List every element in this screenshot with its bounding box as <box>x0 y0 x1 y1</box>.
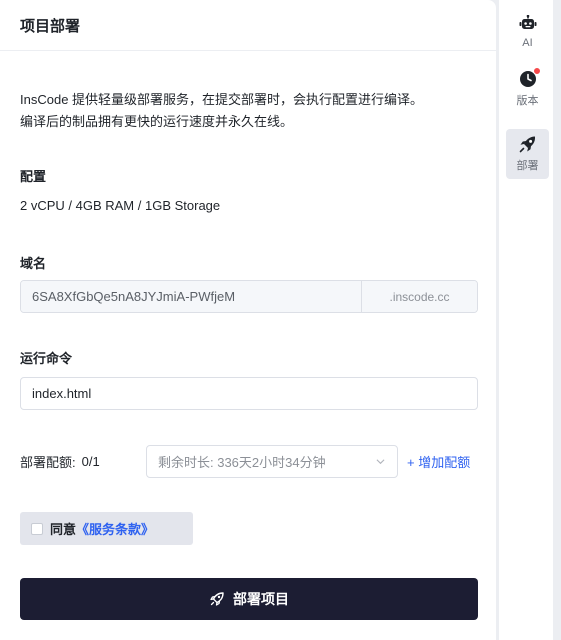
rocket-icon <box>210 592 224 606</box>
agree-text: 同意 <box>50 522 77 537</box>
domain-label: 域名 <box>20 256 47 271</box>
quota-row: 部署配额: 0/1 剩余时长: 336天2小时34分钟 + 增加配额 <box>20 445 490 478</box>
config-label: 配置 <box>20 169 47 184</box>
robot-icon <box>519 15 536 29</box>
deploy-project-button[interactable]: 部署项目 <box>20 578 478 620</box>
command-label: 运行命令 <box>20 351 73 366</box>
agree-checkbox[interactable] <box>31 522 43 535</box>
rail-item-deploy[interactable]: 部署 <box>506 129 549 179</box>
deploy-panel: 项目部署 InsCode 提供轻量级部署服务，在提交部署时，会执行配置进行编译。… <box>0 0 496 640</box>
domain-input[interactable] <box>21 281 361 312</box>
right-side-rail: AI 版本 部署 <box>499 0 553 640</box>
domain-field-group: .inscode.cc <box>20 280 478 313</box>
run-command-input[interactable] <box>20 377 478 410</box>
rail-item-version[interactable]: 版本 <box>506 64 549 114</box>
rocket-icon <box>519 136 535 153</box>
config-value: 2 vCPU / 4GB RAM / 1GB Storage <box>20 198 221 213</box>
remaining-time-text: 剩余时长: 336天2小时34分钟 <box>158 455 326 470</box>
notification-badge <box>532 67 541 75</box>
quota-label: 部署配额: <box>20 455 76 470</box>
deploy-button-label: 部署项目 <box>233 591 289 607</box>
chevron-down-icon <box>376 459 385 465</box>
panel-header: 项目部署 <box>0 0 496 51</box>
terms-of-service-link[interactable]: 《服务条款》 <box>76 519 154 538</box>
agreement-box: 同意 《服务条款》 <box>20 512 193 545</box>
add-quota-link[interactable]: + 增加配额 <box>407 445 470 478</box>
domain-suffix: .inscode.cc <box>361 281 477 312</box>
description-line-1: InsCode 提供轻量级部署服务，在提交部署时，会执行配置进行编译。 <box>20 92 424 107</box>
rail-label-ai: AI <box>522 37 533 49</box>
remaining-time-select[interactable]: 剩余时长: 336天2小时34分钟 <box>146 445 398 478</box>
clock-icon-wrapper <box>519 67 541 88</box>
panel-title: 项目部署 <box>20 17 81 35</box>
rail-item-ai[interactable]: AI <box>506 7 549 57</box>
rail-label-deploy: 部署 <box>516 160 539 172</box>
quota-count: 0/1 <box>81 454 100 469</box>
rail-label-version: 版本 <box>516 95 539 107</box>
description-line-2: 编译后的制品拥有更快的运行速度并永久在线。 <box>20 114 294 129</box>
deploy-description: InsCode 提供轻量级部署服务，在提交部署时，会执行配置进行编译。 编译后的… <box>20 89 480 133</box>
